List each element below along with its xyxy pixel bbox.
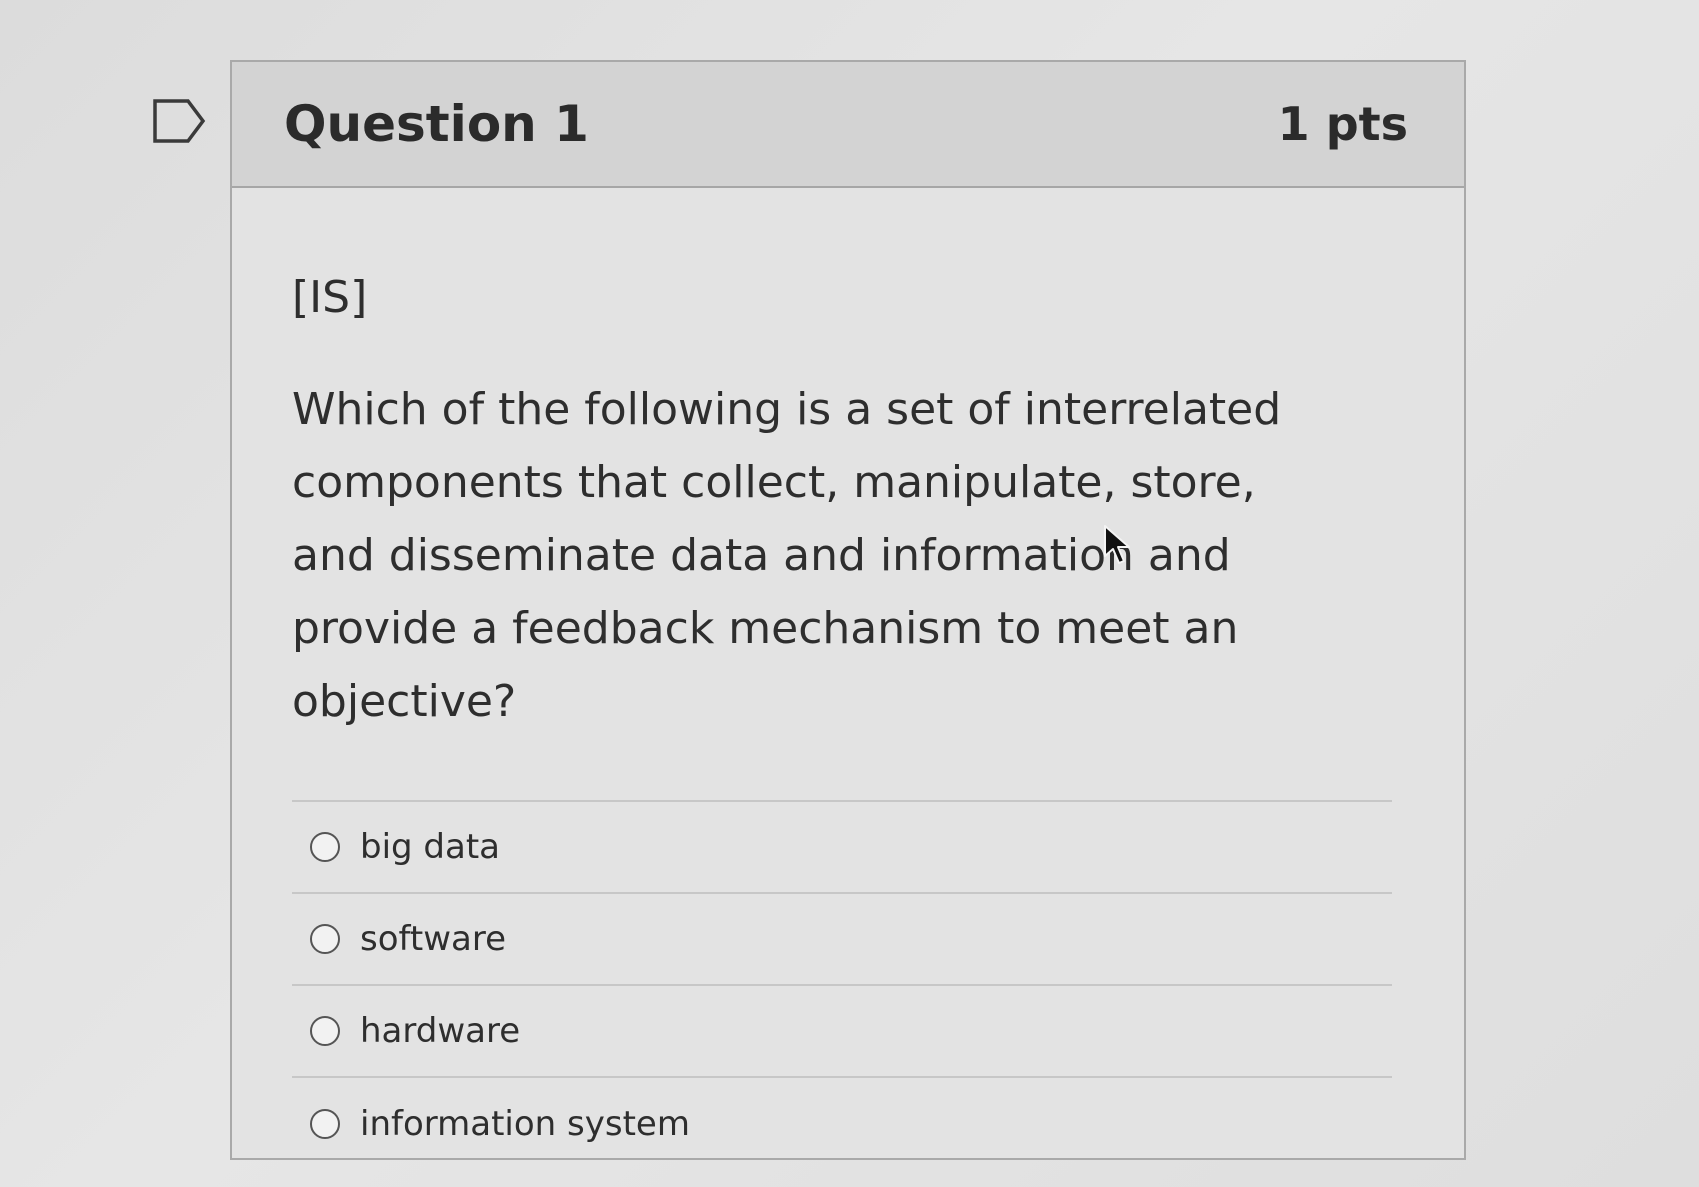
radio-button[interactable] — [310, 832, 340, 862]
answer-label[interactable]: software — [360, 919, 506, 959]
radio-button[interactable] — [310, 1016, 340, 1046]
mouse-pointer-icon — [1103, 524, 1133, 566]
question-text: Which of the following is a set of inter… — [292, 384, 1282, 727]
answer-option[interactable]: software — [292, 894, 1392, 986]
answer-label[interactable]: big data — [360, 827, 500, 867]
answer-label[interactable]: hardware — [360, 1011, 520, 1051]
question-title: Question 1 — [284, 95, 589, 153]
question-header: Question 1 1 pts — [232, 62, 1464, 188]
question-points: 1 pts — [1277, 97, 1408, 151]
question-body: [IS] Which of the following is a set of … — [232, 188, 1464, 1170]
answer-list: big data software hardware information s… — [292, 800, 1392, 1170]
question-card: Question 1 1 pts [IS] Which of the follo… — [230, 60, 1466, 1160]
flag-question-icon[interactable] — [152, 98, 206, 144]
answer-option[interactable]: hardware — [292, 986, 1392, 1078]
answer-option[interactable]: information system — [292, 1078, 1392, 1170]
radio-button[interactable] — [310, 924, 340, 954]
question-tag: [IS] — [292, 272, 368, 323]
answer-label[interactable]: information system — [360, 1104, 690, 1144]
answer-option[interactable]: big data — [292, 802, 1392, 894]
radio-button[interactable] — [310, 1109, 340, 1139]
